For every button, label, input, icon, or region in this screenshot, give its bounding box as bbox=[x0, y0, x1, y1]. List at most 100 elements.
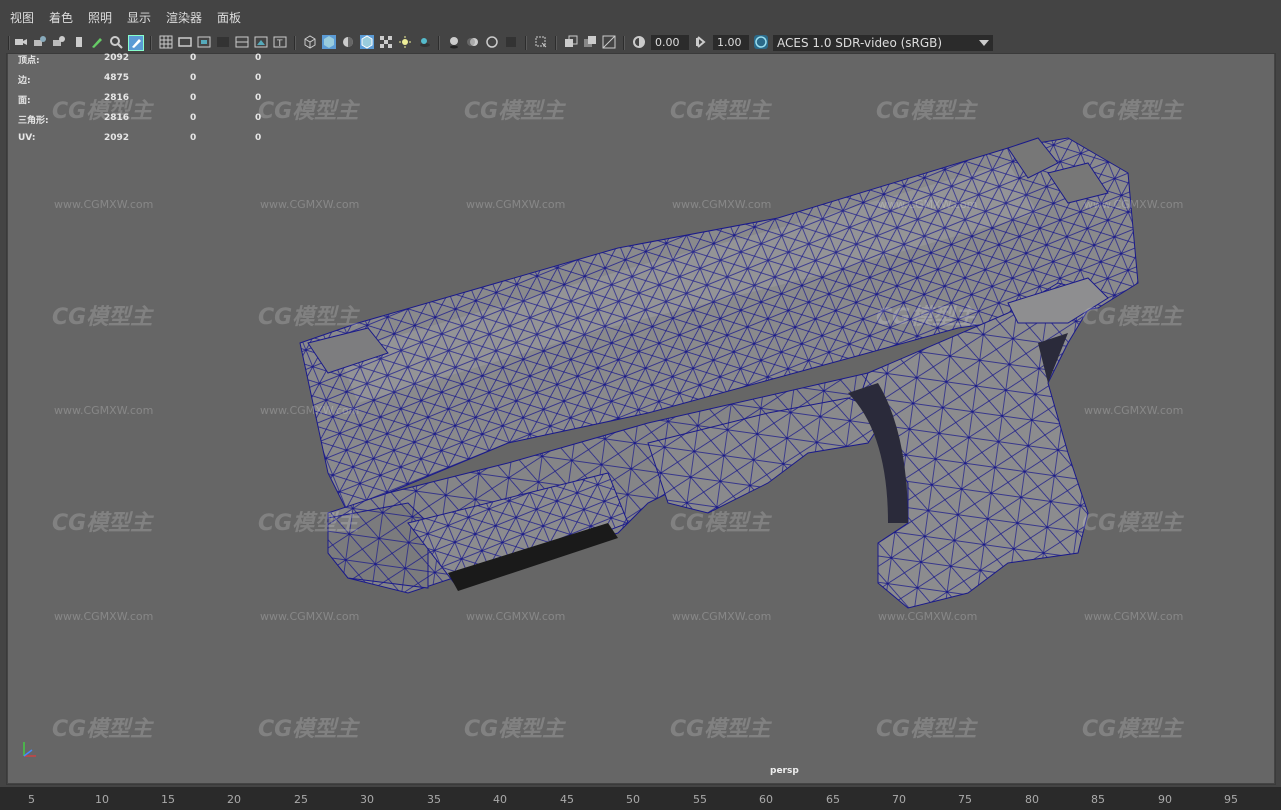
isolate-select-icon[interactable] bbox=[564, 35, 578, 49]
hud-value: 0 bbox=[190, 113, 197, 123]
time-tick: 70 bbox=[892, 793, 906, 806]
camera-attributes-icon[interactable] bbox=[33, 35, 47, 49]
camera-bookmark-icon[interactable] bbox=[52, 35, 66, 49]
time-tick: 30 bbox=[360, 793, 374, 806]
safe-action-icon[interactable] bbox=[254, 35, 268, 49]
motion-blur-icon[interactable] bbox=[466, 35, 480, 49]
watermark-url: www.CGMXW.com bbox=[54, 610, 154, 623]
watermark-url-row: www.CGMXW.com www.CGMXW.com www.CGMXW.co… bbox=[8, 198, 1274, 228]
time-tick: 80 bbox=[1025, 793, 1039, 806]
watermark-url: www.CGMXW.com bbox=[878, 610, 978, 623]
wireframe-on-shaded-icon[interactable] bbox=[360, 35, 374, 49]
watermark-row: CG模型主 CG模型主 CG模型主 CG模型主 bbox=[8, 299, 1274, 330]
hud-label: 边: bbox=[18, 76, 31, 86]
watermark-url: www.CGMXW.com bbox=[672, 198, 772, 211]
time-tick: 65 bbox=[826, 793, 840, 806]
xray-joints-icon[interactable] bbox=[583, 35, 597, 49]
time-slider[interactable]: 5 10 15 20 25 30 35 40 45 50 55 60 65 70… bbox=[0, 787, 1281, 810]
watermark-url: www.CGMXW.com bbox=[260, 610, 360, 623]
chevron-down-icon bbox=[979, 40, 989, 46]
smooth-shade-icon[interactable] bbox=[322, 35, 336, 49]
hud-row-vertices: 顶点: 2092 0 0 bbox=[18, 53, 278, 73]
use-all-lights-icon[interactable] bbox=[398, 35, 412, 49]
menu-shading[interactable]: 着色 bbox=[49, 9, 73, 26]
hud-row-triangles: 三角形: 2816 0 0 bbox=[18, 113, 278, 133]
hud-label: 面: bbox=[18, 96, 31, 106]
shadows-icon[interactable] bbox=[417, 35, 431, 49]
time-tick: 45 bbox=[560, 793, 574, 806]
hud-row-edges: 边: 4875 0 0 bbox=[18, 73, 278, 93]
hud-value: 0 bbox=[255, 113, 262, 123]
time-tick: 90 bbox=[1158, 793, 1172, 806]
toolbar-separator bbox=[294, 36, 296, 50]
color-space-label: ACES 1.0 SDR-video (sRGB) bbox=[777, 36, 943, 50]
safe-title-icon[interactable]: T bbox=[273, 35, 287, 49]
watermark-logo: CG模型主 bbox=[1082, 717, 1183, 742]
3d-viewport[interactable]: CG模型主 CG模型主 CG模型主 CG模型主 CG模型主 CG模型主 www.… bbox=[8, 53, 1274, 783]
view-transform-icon[interactable] bbox=[754, 35, 768, 49]
menu-view[interactable]: 视图 bbox=[10, 9, 34, 26]
hud-value: 2816 bbox=[104, 113, 130, 123]
watermark-url: www.CGMXW.com bbox=[1084, 404, 1184, 417]
hud-value: 0 bbox=[255, 93, 262, 103]
toolbar-separator bbox=[623, 36, 625, 50]
pencil-tool-icon[interactable] bbox=[128, 35, 144, 51]
toolbar-separator bbox=[438, 36, 440, 50]
watermark-row: CG模型主 CG模型主 CG模型主 CG模型主 bbox=[8, 505, 1274, 536]
hud-value: 0 bbox=[255, 73, 262, 83]
watermark-logo: CG模型主 bbox=[464, 717, 565, 742]
2d-pan-zoom-icon[interactable] bbox=[109, 35, 123, 49]
resolution-gate-icon[interactable] bbox=[197, 35, 211, 49]
menu-show[interactable]: 显示 bbox=[127, 9, 151, 26]
watermark-logo: CG模型主 bbox=[258, 717, 359, 742]
watermark-logo: CG模型主 bbox=[670, 511, 771, 536]
grease-pencil-icon[interactable] bbox=[90, 35, 104, 49]
time-tick: 15 bbox=[161, 793, 175, 806]
grid-icon[interactable] bbox=[159, 35, 173, 49]
toolbar-separator bbox=[8, 36, 10, 50]
color-space-dropdown[interactable]: ACES 1.0 SDR-video (sRGB) bbox=[773, 35, 993, 51]
depth-of-field-icon[interactable] bbox=[504, 35, 518, 49]
image-plane-icon[interactable] bbox=[72, 35, 86, 49]
time-tick: 10 bbox=[95, 793, 109, 806]
hud-label: UV: bbox=[18, 133, 36, 143]
default-material-icon[interactable] bbox=[341, 35, 355, 49]
watermark-url-row: www.CGMXW.com www.CGMXW.com www.CGMXW.co… bbox=[8, 610, 1274, 640]
gamma-icon[interactable] bbox=[694, 35, 708, 49]
watermark-logo: CG模型主 bbox=[464, 99, 565, 124]
menu-panels[interactable]: 面板 bbox=[217, 9, 241, 26]
hud-value: 0 bbox=[190, 53, 197, 63]
exposure-field[interactable]: 0.00 bbox=[651, 35, 689, 50]
film-gate-icon[interactable] bbox=[178, 35, 192, 49]
watermark-url: www.CGMXW.com bbox=[1084, 610, 1184, 623]
watermark-url: www.CGMXW.com bbox=[54, 404, 154, 417]
gate-mask-icon[interactable] bbox=[216, 35, 230, 49]
multisample-aa-icon[interactable] bbox=[485, 35, 499, 49]
textured-icon[interactable] bbox=[379, 35, 393, 49]
watermark-url: www.CGMXW.com bbox=[466, 198, 566, 211]
xray-active-components-icon[interactable] bbox=[602, 35, 616, 49]
watermark-logo: CG模型主 bbox=[52, 717, 153, 742]
watermark-url: www.CGMXW.com bbox=[260, 198, 360, 211]
watermark-logo: CG模型主 bbox=[1082, 99, 1183, 124]
exposure-icon[interactable] bbox=[632, 35, 646, 49]
xray-icon[interactable] bbox=[534, 35, 548, 49]
menu-renderer[interactable]: 渲染器 bbox=[166, 9, 202, 26]
hud-value: 0 bbox=[190, 93, 197, 103]
ambient-occlusion-icon[interactable] bbox=[447, 35, 461, 49]
menu-lighting[interactable]: 照明 bbox=[88, 9, 112, 26]
hud-value: 4875 bbox=[104, 73, 130, 83]
hud-value: 0 bbox=[190, 133, 197, 143]
toolbar-separator bbox=[150, 36, 152, 50]
wireframe-icon[interactable] bbox=[303, 35, 317, 49]
camera-select-icon[interactable] bbox=[14, 35, 28, 49]
hud-value: 2092 bbox=[104, 133, 130, 143]
watermark-logo: CG模型主 bbox=[1082, 511, 1183, 536]
time-tick: 35 bbox=[427, 793, 441, 806]
field-chart-icon[interactable] bbox=[235, 35, 249, 49]
time-tick: 55 bbox=[693, 793, 707, 806]
time-tick: 40 bbox=[493, 793, 507, 806]
gamma-field[interactable]: 1.00 bbox=[713, 35, 749, 50]
watermark-url: www.CGMXW.com bbox=[466, 610, 566, 623]
toolbar-separator bbox=[555, 36, 557, 50]
